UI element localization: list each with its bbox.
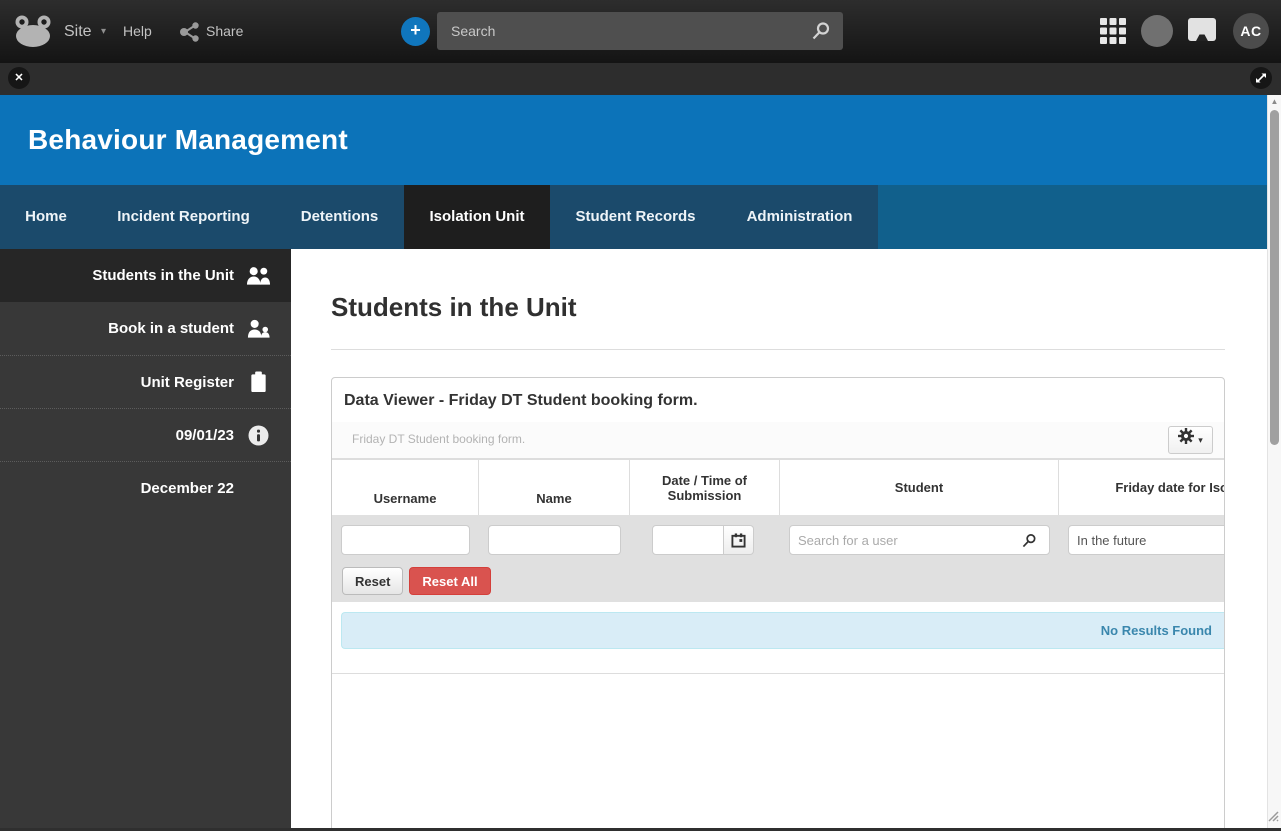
people-icon xyxy=(246,266,271,286)
name-filter-input[interactable] xyxy=(488,525,621,555)
no-results-alert: No Results Found xyxy=(341,612,1224,649)
tab-home[interactable]: Home xyxy=(0,185,92,249)
column-header-name[interactable]: Name xyxy=(479,460,630,515)
sidebar-item-students-in-unit[interactable]: Students in the Unit xyxy=(0,249,291,302)
sidebar-item-date[interactable]: 09/01/23 xyxy=(0,408,291,461)
clipboard-icon xyxy=(246,371,271,393)
sidebar-item-december-22[interactable]: December 22 xyxy=(0,461,291,514)
calendar-icon[interactable] xyxy=(724,525,754,555)
tab-isolation-unit[interactable]: Isolation Unit xyxy=(404,185,550,249)
main-content: Students in the Unit Data Viewer - Frida… xyxy=(291,249,1267,828)
table-header-row: Username Name Date / Time of Submission … xyxy=(332,459,1224,515)
search-icon[interactable] xyxy=(811,21,831,46)
results-section: No Results Found xyxy=(332,602,1224,674)
app-navbar: Home Incident Reporting Detentions Isola… xyxy=(0,185,1267,249)
navbar-filler xyxy=(878,185,1267,249)
panel-body xyxy=(332,674,1224,828)
chevron-down-icon: ▾ xyxy=(1198,434,1203,445)
tab-incident-reporting[interactable]: Incident Reporting xyxy=(92,185,275,249)
frog-logo-icon[interactable] xyxy=(14,14,52,53)
sidebar: Students in the Unit Book in a student U… xyxy=(0,249,291,828)
date-filter-input[interactable] xyxy=(652,525,724,555)
sidebar-item-unit-register[interactable]: Unit Register xyxy=(0,355,291,408)
username-filter-input[interactable] xyxy=(341,525,470,555)
sidebar-item-label: Book in a student xyxy=(108,320,234,337)
tab-administration[interactable]: Administration xyxy=(721,185,878,249)
site-caret-icon[interactable]: ▾ xyxy=(101,0,106,63)
site-menu[interactable]: Site xyxy=(64,0,92,63)
column-header-username[interactable]: Username xyxy=(332,460,479,515)
expand-icon[interactable] xyxy=(1250,67,1272,89)
resize-grip-icon[interactable] xyxy=(1266,809,1279,827)
data-viewer-panel: Data Viewer - Friday DT Student booking … xyxy=(331,377,1225,828)
sidebar-item-label: Students in the Unit xyxy=(92,267,234,284)
sidebar-item-label: 09/01/23 xyxy=(175,426,234,444)
sidebar-item-label: Unit Register xyxy=(140,373,234,391)
column-header-date-time[interactable]: Date / Time of Submission xyxy=(630,460,780,515)
screen: Site ▾ Help Share + Search AC ✕ Behaviou… xyxy=(0,0,1281,831)
settings-button[interactable]: ▾ xyxy=(1168,426,1213,454)
window-bar: ✕ xyxy=(0,63,1281,95)
share-button[interactable]: Share xyxy=(206,0,243,63)
apps-grid-icon[interactable] xyxy=(1100,18,1126,49)
add-button[interactable]: + xyxy=(401,17,430,46)
table-viewport: Username Name Date / Time of Submission … xyxy=(332,459,1224,602)
filter-bar: Reset Reset All xyxy=(332,515,1224,602)
info-icon xyxy=(246,425,271,446)
desktop-icon[interactable] xyxy=(1188,18,1216,47)
vertical-scrollbar[interactable]: ▲ xyxy=(1267,95,1281,828)
reset-button[interactable]: Reset xyxy=(342,567,404,595)
page-heading: Students in the Unit xyxy=(331,292,577,322)
data-viewer-subbar: Friday DT Student booking form. ▾ xyxy=(332,422,1224,459)
app-title: Behaviour Management xyxy=(28,124,348,155)
tab-student-records[interactable]: Student Records xyxy=(550,185,721,249)
global-search xyxy=(437,12,843,50)
share-icon xyxy=(179,21,201,48)
scrollbar-thumb[interactable] xyxy=(1270,110,1279,445)
column-header-friday-date[interactable]: Friday date for Isolation xyxy=(1059,460,1224,515)
search-input[interactable] xyxy=(437,12,843,50)
gear-icon xyxy=(1178,423,1195,457)
student-search-input[interactable] xyxy=(789,525,1050,555)
scrollbar-up-arrow-icon[interactable]: ▲ xyxy=(1268,95,1281,109)
help-menu[interactable]: Help xyxy=(123,0,152,63)
sidebar-item-label: December 22 xyxy=(140,479,234,497)
app-header: Behaviour Management xyxy=(0,95,1267,185)
top-bar: Site ▾ Help Share + Search AC xyxy=(0,0,1281,63)
status-circle-icon[interactable] xyxy=(1141,15,1173,47)
tab-detentions[interactable]: Detentions xyxy=(275,185,404,249)
close-icon[interactable]: ✕ xyxy=(8,67,30,89)
data-viewer-subtitle: Friday DT Student booking form. xyxy=(352,432,526,446)
data-viewer-title: Data Viewer - Friday DT Student booking … xyxy=(344,392,698,409)
user-avatar[interactable]: AC xyxy=(1233,13,1269,49)
app-area: Behaviour Management Home Incident Repor… xyxy=(0,95,1267,828)
divider xyxy=(331,349,1225,350)
sidebar-item-book-in-student[interactable]: Book in a student xyxy=(0,302,291,355)
reset-all-button[interactable]: Reset All xyxy=(409,567,491,595)
friday-date-filter-input[interactable] xyxy=(1068,525,1224,555)
column-header-student[interactable]: Student xyxy=(780,460,1059,515)
person-add-icon xyxy=(246,319,271,339)
